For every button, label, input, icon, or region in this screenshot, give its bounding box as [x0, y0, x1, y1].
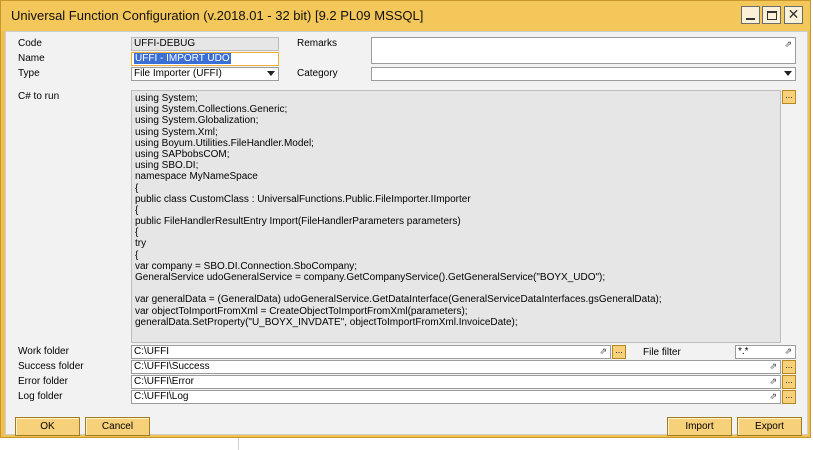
maximize-icon [766, 10, 777, 20]
file-filter-label: File filter [643, 347, 681, 358]
type-value: File Importer (UFFI) [134, 68, 222, 79]
name-value: UFFI - IMPORT UDO [134, 53, 231, 64]
code-line: using Boyum.Utilities.FileHandler.Model; [135, 137, 314, 149]
link-arrow-icon[interactable]: ⇗ [769, 377, 777, 388]
close-button[interactable]: ✕ [784, 6, 803, 24]
ok-button[interactable]: OK [15, 417, 80, 436]
success-folder-field[interactable]: C:\UFFI\Success ⇗ [131, 360, 781, 374]
chevron-down-icon [784, 71, 792, 76]
code-line: { [135, 204, 139, 216]
success-folder-browse-button[interactable]: ... [782, 360, 796, 374]
log-folder-value: C:\UFFI\Log [134, 391, 189, 402]
code-line: { [135, 227, 139, 239]
window-title: Universal Function Configuration (v.2018… [11, 8, 424, 23]
code-line: GeneralService udoGeneralService = compa… [135, 272, 606, 283]
name-field[interactable]: UFFI - IMPORT UDO [131, 52, 279, 66]
title-bar[interactable]: Universal Function Configuration (v.2018… [1, 1, 810, 31]
close-icon: ✕ [787, 7, 800, 23]
form-content: Code UFFI-DEBUG Name UFFI - IMPORT UDO T… [5, 31, 808, 436]
code-line: public FileHandlerResultEntry Import(Fil… [135, 216, 461, 228]
minimize-icon [746, 18, 755, 20]
background-divider [238, 438, 239, 450]
error-folder-browse-button[interactable]: ... [782, 375, 796, 389]
code-line: using SBO.DI; [135, 160, 199, 172]
work-folder-value: C:\UFFI [134, 346, 169, 357]
link-arrow-icon[interactable]: ⇗ [599, 347, 607, 358]
work-folder-browse-button[interactable]: ... [612, 345, 626, 359]
code-line: { [135, 182, 139, 194]
error-folder-label: Error folder [18, 376, 69, 387]
success-folder-label: Success folder [18, 361, 84, 372]
code-line: var company = SBO.DI.Connection.SboCompa… [135, 260, 358, 272]
success-folder-value: C:\UFFI\Success [134, 361, 210, 372]
name-label: Name [18, 53, 45, 64]
error-folder-field[interactable]: C:\UFFI\Error ⇗ [131, 375, 781, 389]
cancel-button[interactable]: Cancel [85, 417, 150, 436]
remarks-label: Remarks [297, 38, 338, 49]
work-folder-label: Work folder [18, 346, 69, 357]
error-folder-value: C:\UFFI\Error [134, 376, 194, 387]
link-arrow-icon[interactable]: ⇗ [784, 40, 792, 51]
minimize-button[interactable] [741, 6, 760, 24]
work-folder-field[interactable]: C:\UFFI ⇗ [131, 345, 611, 359]
import-button[interactable]: Import [667, 417, 732, 436]
csharp-code-editor[interactable]: using System; using System.Collections.Ge… [131, 90, 781, 343]
file-filter-field[interactable]: *.* ⇗ [735, 345, 796, 359]
type-select[interactable]: File Importer (UFFI) [131, 67, 279, 81]
log-folder-field[interactable]: C:\UFFI\Log ⇗ [131, 390, 781, 404]
category-select[interactable] [371, 67, 796, 81]
csharp-label: C# to run [18, 91, 60, 102]
category-label: Category [297, 68, 338, 79]
link-arrow-icon[interactable]: ⇗ [784, 347, 792, 358]
code-line: using System.Globalization; [135, 115, 259, 127]
log-folder-browse-button[interactable]: ... [782, 390, 796, 404]
code-value: UFFI-DEBUG [134, 38, 196, 49]
remarks-field[interactable]: ⇗ [371, 37, 796, 64]
code-line: { [135, 249, 139, 261]
link-arrow-icon[interactable]: ⇗ [769, 362, 777, 373]
code-line: generalData.SetProperty("U_BOYX_INVDATE"… [135, 316, 518, 328]
file-filter-value: *.* [738, 346, 749, 357]
code-line: using SAPbobsCOM; [135, 148, 230, 160]
type-label: Type [18, 68, 40, 79]
code-browse-button[interactable]: ... [782, 90, 796, 104]
log-folder-label: Log folder [18, 391, 63, 402]
link-arrow-icon[interactable]: ⇗ [769, 392, 777, 403]
code-line: namespace MyNameSpace [135, 171, 258, 183]
code-field[interactable]: UFFI-DEBUG [131, 37, 279, 51]
code-line: using System; [135, 93, 198, 104]
code-line: public class CustomClass : UniversalFunc… [135, 193, 471, 205]
chevron-down-icon [267, 71, 275, 76]
code-line: using System.Xml; [135, 126, 218, 138]
code-label: Code [18, 38, 42, 49]
maximize-button[interactable] [762, 6, 781, 24]
code-line: using System.Collections.Generic; [135, 104, 288, 116]
export-button[interactable]: Export [737, 417, 802, 436]
code-line: var objectToImportFromXml = CreateObject… [135, 305, 468, 317]
code-line: var generalData = (GeneralData) udoGener… [135, 294, 662, 306]
config-window: Universal Function Configuration (v.2018… [0, 0, 811, 438]
code-line: try [135, 238, 147, 250]
